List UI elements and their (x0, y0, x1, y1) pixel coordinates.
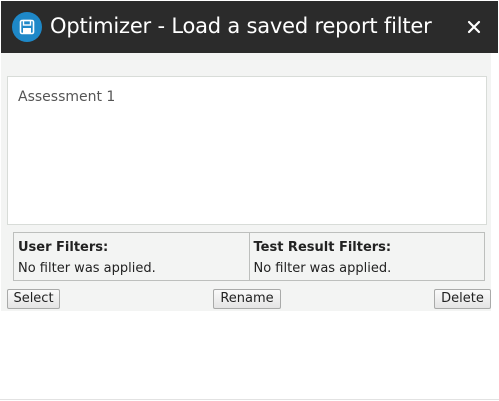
saved-filter-list[interactable]: Assessment 1 (7, 76, 487, 225)
rename-button[interactable]: Rename (213, 289, 281, 309)
filter-summary: User Filters: No filter was applied. Tes… (13, 232, 485, 281)
select-button[interactable]: Select (7, 289, 60, 309)
delete-button[interactable]: Delete (434, 289, 491, 309)
dialog-titlebar: Optimizer - Load a saved report filter (1, 1, 498, 53)
dialog-title: Optimizer - Load a saved report filter (50, 14, 432, 38)
list-item[interactable]: Assessment 1 (18, 89, 115, 105)
test-result-filters-value: No filter was applied. (253, 261, 392, 276)
user-filters-section: User Filters: No filter was applied. (14, 233, 249, 280)
close-icon[interactable] (461, 14, 487, 40)
divider (0, 399, 499, 400)
test-result-filters-label: Test Result Filters: (253, 240, 392, 255)
save-icon (12, 12, 42, 42)
test-result-filters-section: Test Result Filters: No filter was appli… (248, 233, 485, 280)
user-filters-label: User Filters: (18, 240, 109, 255)
user-filters-value: No filter was applied. (18, 261, 156, 276)
